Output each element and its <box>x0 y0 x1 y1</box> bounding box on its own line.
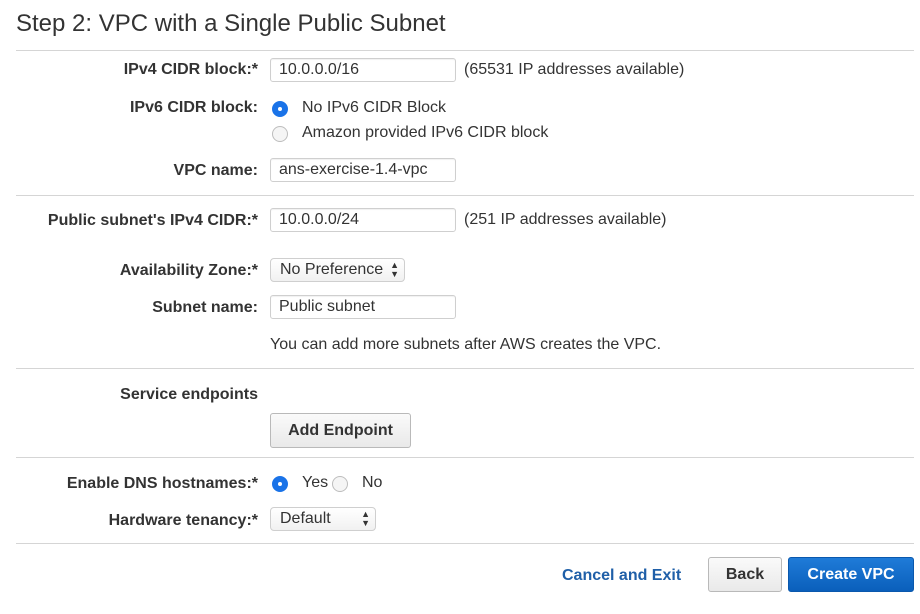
divider <box>16 195 914 196</box>
subnet-cidr-label: Public subnet's IPv4 CIDR:* <box>47 212 258 229</box>
dns-hostnames-label: Enable DNS hostnames:* <box>66 475 258 492</box>
ipv6-amazon-radio[interactable] <box>272 126 288 142</box>
vpc-name-label: VPC name: <box>173 162 258 179</box>
hardware-tenancy-value: Default <box>280 510 331 527</box>
divider <box>16 368 914 369</box>
subnet-cidr-hint: (251 IP addresses available) <box>464 211 667 228</box>
divider <box>16 50 914 51</box>
dns-no-radio[interactable] <box>332 476 348 492</box>
chevron-up-down-icon: ▲ ▼ <box>390 260 399 279</box>
subnet-cidr-input[interactable] <box>270 208 456 232</box>
ipv4-cidr-hint: (65531 IP addresses available) <box>464 61 685 78</box>
ipv6-none-label: No IPv6 CIDR Block <box>302 99 447 116</box>
vpc-name-input[interactable] <box>270 158 456 182</box>
cancel-and-exit-link[interactable]: Cancel and Exit <box>562 567 681 585</box>
divider <box>16 543 914 544</box>
page-title: Step 2: VPC with a Single Public Subnet <box>16 10 446 37</box>
hardware-tenancy-select[interactable]: Default ▲ ▼ <box>270 507 376 531</box>
hardware-tenancy-label: Hardware tenancy:* <box>108 512 258 529</box>
availability-zone-label: Availability Zone:* <box>119 262 258 279</box>
back-button[interactable]: Back <box>708 557 782 592</box>
availability-zone-select[interactable]: No Preference ▲ ▼ <box>270 258 405 282</box>
create-vpc-button[interactable]: Create VPC <box>788 557 914 592</box>
subnet-name-label: Subnet name: <box>152 299 258 316</box>
subnet-note: You can add more subnets after AWS creat… <box>270 336 662 353</box>
ipv4-cidr-label: IPv4 CIDR block:* <box>123 61 258 78</box>
ipv6-cidr-label: IPv6 CIDR block: <box>129 99 258 116</box>
dns-no-label: No <box>362 474 383 491</box>
subnet-name-input[interactable] <box>270 295 456 319</box>
chevron-up-down-icon: ▲ ▼ <box>361 509 370 528</box>
ipv6-amazon-label: Amazon provided IPv6 CIDR block <box>302 124 549 141</box>
availability-zone-value: No Preference <box>280 261 384 278</box>
dns-yes-label: Yes <box>302 474 329 491</box>
ipv4-cidr-input[interactable] <box>270 58 456 82</box>
add-endpoint-button[interactable]: Add Endpoint <box>270 413 411 448</box>
service-endpoints-label: Service endpoints <box>120 386 258 403</box>
ipv6-none-radio[interactable] <box>272 101 288 117</box>
divider <box>16 457 914 458</box>
dns-yes-radio[interactable] <box>272 476 288 492</box>
